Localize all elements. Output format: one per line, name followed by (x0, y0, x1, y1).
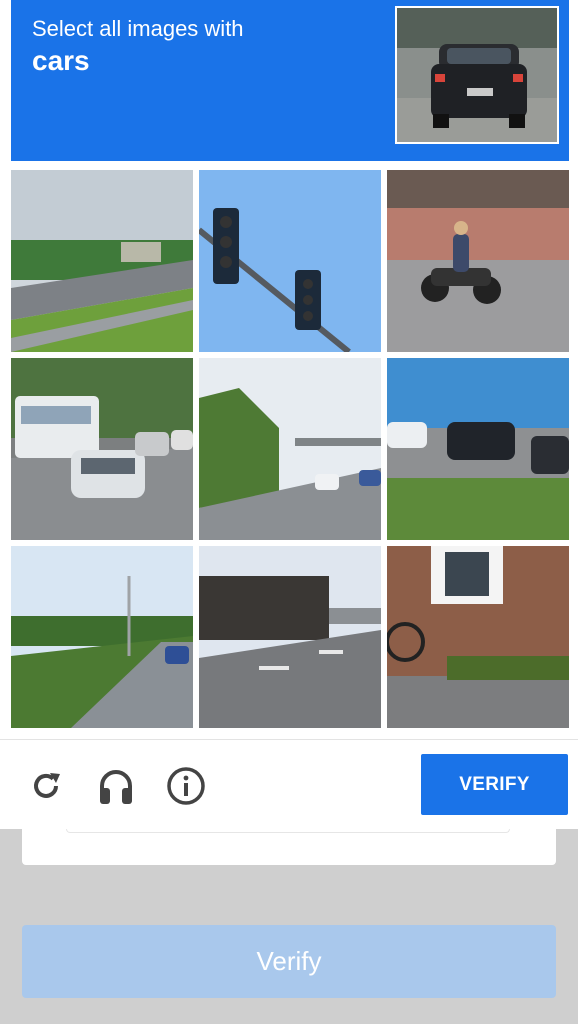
grid-tile-5[interactable] (199, 358, 381, 540)
verify-button[interactable]: VERIFY (421, 754, 568, 815)
challenge-target: cars (32, 45, 90, 76)
challenge-header: Select all images with cars (11, 0, 569, 161)
footer-divider (0, 739, 578, 740)
challenge-prompt: Select all images with (32, 16, 244, 41)
grid-tile-8[interactable] (199, 546, 381, 728)
sample-image-car (395, 6, 559, 144)
grid-tile-6[interactable] (387, 358, 569, 540)
reload-icon[interactable] (24, 764, 68, 808)
grid-tile-1[interactable] (11, 170, 193, 352)
grid-tile-2[interactable] (199, 170, 381, 352)
grid-tile-4[interactable] (11, 358, 193, 540)
grid-tile-7[interactable] (11, 546, 193, 728)
info-icon[interactable] (164, 764, 208, 808)
headphones-icon[interactable] (94, 764, 138, 808)
grid-tile-9[interactable] (387, 546, 569, 728)
page-verify-button[interactable]: Verify (22, 925, 556, 998)
captcha-challenge: Select all images with cars VERIFY (0, 0, 578, 829)
grid-tile-3[interactable] (387, 170, 569, 352)
